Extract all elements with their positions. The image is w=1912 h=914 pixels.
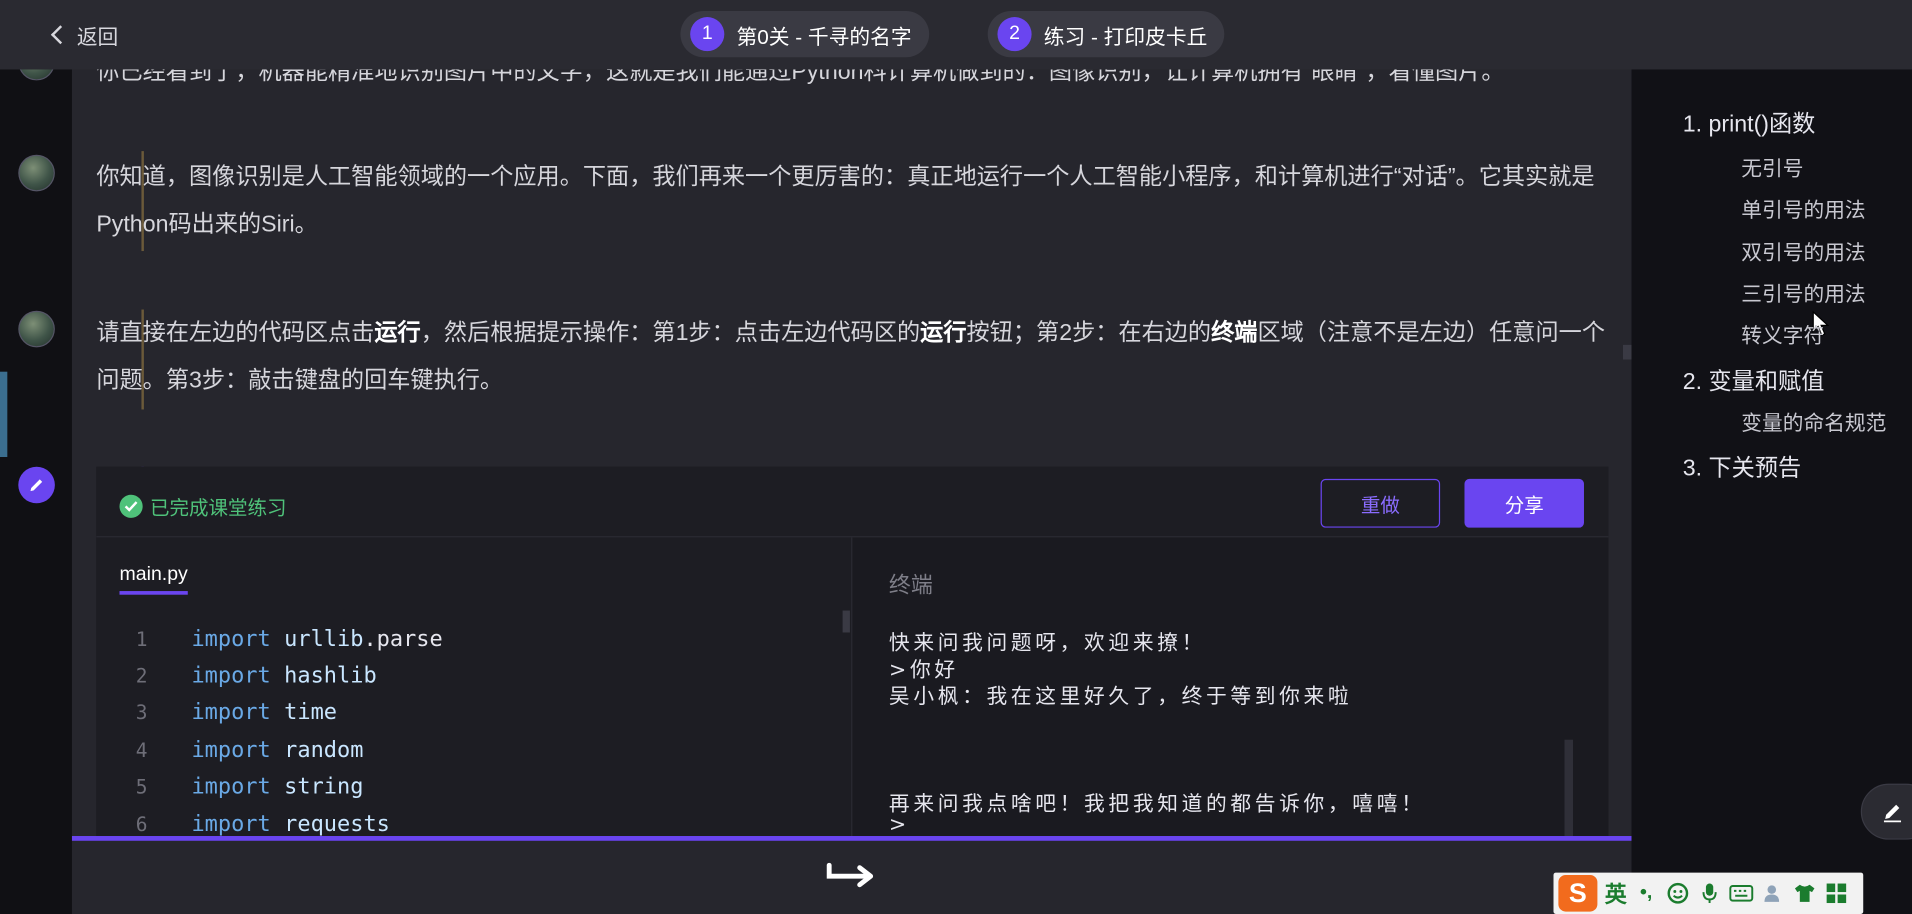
- instr-bold: 运行: [920, 320, 967, 347]
- terminal-line: >你好: [888, 658, 959, 683]
- redo-button[interactable]: 重做: [1320, 478, 1441, 528]
- code-editor[interactable]: main.py 1 import urllib.parse 2 import hashli…: [96, 537, 852, 837]
- instr-text: ，然后根据提示操作：第1步：点击左边代码区的: [420, 320, 921, 347]
- bottom-bar: [71, 840, 1632, 914]
- terminal-line: 再来问我点啥吧！我把我知道的都告诉你，嘻嘻！: [888, 792, 1426, 817]
- code-line: 2 import hashlib: [96, 657, 851, 694]
- outline-subsection[interactable]: 转义字符: [1741, 318, 1824, 348]
- outline-subsection[interactable]: 三引号的用法: [1741, 277, 1865, 307]
- skin-shirt-icon[interactable]: [1793, 881, 1817, 905]
- level-title: 练习 - 打印皮卡丘: [1043, 24, 1208, 49]
- file-tab-main[interactable]: main.py: [119, 564, 188, 595]
- code-line: 6 import requests: [96, 805, 851, 836]
- line-number: 6: [135, 812, 148, 836]
- instr-bold: 终端: [1211, 320, 1258, 347]
- level-number: 2: [997, 17, 1032, 52]
- terminal-output: 快来问我问题呀，欢迎来撩！ >你好 吴小枫：我在这里好久了，终于等到你来啦再来问我点…: [889, 625, 1426, 836]
- code-keyword: import: [191, 774, 271, 800]
- toolbox-grid-icon[interactable]: [1824, 881, 1848, 905]
- ime-punct[interactable]: •,: [1634, 881, 1658, 905]
- line-number: 2: [135, 664, 148, 688]
- lesson-content: 你已经看到了，机器能精准地识别图片中的文字，这就是我们能通过Python科计算机…: [71, 0, 1632, 837]
- terminal-title: 终端: [888, 572, 933, 598]
- terminal-scrollbar[interactable]: [1564, 739, 1574, 837]
- lesson-paragraph: 你知道，图像识别是人工智能领域的一个应用。下面，我们再来一个更厉害的：真正地运行…: [96, 164, 1595, 238]
- line-number: 5: [135, 775, 148, 799]
- code-keyword: import: [191, 737, 271, 763]
- next-arrow-button[interactable]: [826, 860, 880, 895]
- app-window: 返回 1 第0关 - 千寻的名字 2 练习 - 打印皮卡丘 你已经看到了，机器能…: [0, 0, 1912, 914]
- avatar: [18, 310, 55, 348]
- code-line: 3 import time: [96, 694, 851, 731]
- code-keyword: import: [191, 811, 271, 837]
- code-line: 1 import urllib.parse: [96, 620, 851, 657]
- lesson-instructions: 请直接在左边的代码区点击运行，然后根据提示操作：第1步：点击左边代码区的运行按钮…: [96, 310, 1608, 405]
- emoji-icon[interactable]: [1666, 881, 1690, 905]
- code-module: time: [284, 700, 338, 726]
- code-keyword: import: [191, 700, 271, 726]
- code-line: 4 import random: [96, 731, 851, 768]
- code-lines: 1 import urllib.parse 2 import hashlib 3 import…: [96, 620, 851, 836]
- level-title: 第0关 - 千寻的名字: [736, 24, 912, 49]
- outline-subsection[interactable]: 无引号: [1741, 151, 1803, 181]
- keyboard-icon[interactable]: [1729, 881, 1754, 905]
- lesson-outline: 1. print()函数无引号单引号的用法 双引号的用法 三引号的用法 转义字符 2. …: [1631, 69, 1912, 914]
- terminal-line: 快来问我问题呀，欢迎来撩！: [888, 631, 1206, 656]
- microphone-icon[interactable]: [1697, 881, 1721, 905]
- top-bar: 返回 1 第0关 - 千寻的名字 2 练习 - 打印皮卡丘: [0, 0, 1912, 70]
- code-keyword: import: [191, 626, 271, 652]
- terminal-line: 吴小枫：我在这里好久了，终于等到你来啦: [888, 684, 1353, 710]
- content-scrollbar[interactable]: [1623, 344, 1632, 360]
- check-circle-icon: [119, 494, 143, 518]
- completion-label: 已完成课堂练习: [149, 498, 287, 520]
- outline-section[interactable]: 2. 变量和赋值: [1683, 363, 1825, 396]
- avatar: [18, 154, 55, 192]
- ime-mode[interactable]: 英: [1605, 877, 1627, 909]
- level-pill-1[interactable]: 1 第0关 - 千寻的名字: [680, 10, 929, 58]
- level-pill-2[interactable]: 2 练习 - 打印皮卡丘: [987, 10, 1225, 58]
- code-module: random: [284, 737, 364, 763]
- note-button[interactable]: [1860, 783, 1912, 840]
- code-line: 5 import string: [96, 768, 851, 805]
- user-icon[interactable]: [1761, 881, 1785, 905]
- chevron-left-icon: [50, 25, 70, 45]
- code-keyword: import: [191, 663, 271, 689]
- pencil-icon: [18, 466, 55, 504]
- terminal[interactable]: 终端 快来问我问题呀，欢迎来撩！ >你好 吴小枫：我在这里好久了，终于等到你来啦再来…: [851, 537, 1609, 837]
- outline-subsection[interactable]: 双引号的用法: [1741, 235, 1865, 265]
- back-button[interactable]: 返回: [50, 19, 119, 49]
- completion-status: 已完成课堂练习: [119, 491, 287, 520]
- ime-toolbar: S 英 •,: [1553, 872, 1864, 914]
- outline-subsection[interactable]: 单引号的用法: [1741, 193, 1865, 223]
- exercise-panel: 已完成课堂练习 重做 分享 main.py 1 import urllib.pars…: [96, 466, 1609, 837]
- line-number: 1: [135, 627, 148, 651]
- code-module: string: [284, 774, 364, 800]
- sogou-logo-icon[interactable]: S: [1558, 875, 1598, 912]
- code-module: hashlib: [284, 663, 377, 689]
- level-number: 1: [690, 17, 725, 52]
- rail-scroll-indicator: [0, 371, 8, 458]
- line-number: 4: [135, 738, 148, 762]
- exercise-header: 已完成课堂练习 重做 分享: [96, 466, 1609, 538]
- code-module: urllib.parse: [284, 626, 443, 652]
- instr-text: 按钮；第2步：在右边的: [966, 320, 1212, 347]
- instr-text: 请直接在左边的代码区点击: [96, 320, 375, 347]
- outline-section[interactable]: 3. 下关预告: [1683, 450, 1801, 483]
- share-button[interactable]: 分享: [1464, 478, 1584, 528]
- outline-subsection[interactable]: 变量的命名规范: [1741, 406, 1886, 436]
- outline-section[interactable]: 1. print()函数: [1683, 106, 1816, 139]
- instr-bold: 运行: [374, 320, 421, 347]
- edit-note-icon: [1883, 804, 1902, 823]
- line-number: 3: [135, 701, 148, 725]
- back-label: 返回: [76, 25, 119, 49]
- code-module: requests: [284, 811, 390, 837]
